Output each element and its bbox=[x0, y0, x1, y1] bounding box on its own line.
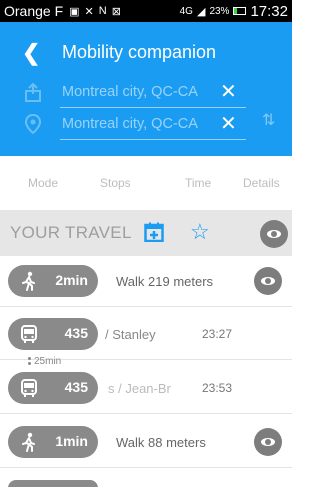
itinerary-row-walk-1[interactable]: 2min Walk 219 meters bbox=[0, 259, 292, 307]
add-calendar-icon[interactable] bbox=[144, 222, 164, 242]
itinerary-row-bus-1[interactable]: 435 / Stanley 23:27 bbox=[0, 312, 292, 360]
column-headers: Mode Stops Time Details bbox=[0, 176, 292, 192]
bus-line: 435 bbox=[64, 379, 88, 395]
network-type: 4G bbox=[179, 5, 193, 17]
clear-destination-icon[interactable]: ✕ bbox=[220, 111, 237, 136]
mode-pill: 2min bbox=[8, 265, 98, 297]
battery-icon bbox=[233, 7, 247, 15]
mode-pill: 435 bbox=[8, 372, 98, 404]
details-eye-icon[interactable] bbox=[254, 267, 282, 295]
clear-origin-icon[interactable]: ✕ bbox=[220, 79, 237, 104]
favorite-star-icon[interactable]: ☆ bbox=[190, 219, 210, 245]
destination-field[interactable]: Montreal city, QC-CA ✕ bbox=[0, 108, 292, 140]
mute-icon: ✕ bbox=[84, 5, 94, 18]
column-mode: Mode bbox=[28, 176, 59, 190]
notification-icon: ▣ bbox=[69, 5, 80, 18]
swap-icon[interactable]: ⇅ bbox=[262, 110, 275, 130]
walk-icon bbox=[22, 271, 35, 291]
walk-icon bbox=[22, 432, 35, 452]
origin-input[interactable]: Montreal city, QC-CA bbox=[62, 84, 198, 100]
next-row-pill bbox=[8, 480, 98, 487]
signal-blocked-icon: ⊠ bbox=[111, 5, 121, 18]
back-button[interactable]: ❮ bbox=[22, 40, 40, 66]
app-header: ❮ Mobility companion Montreal city, QC-C… bbox=[0, 22, 292, 156]
stop-name: s / Jean-Br bbox=[108, 381, 171, 396]
column-time: Time bbox=[185, 176, 212, 190]
carrier-name: Orange F bbox=[4, 3, 64, 19]
nfc-icon: N bbox=[98, 5, 107, 17]
walk-duration: 2min bbox=[55, 272, 88, 288]
details-eye-icon[interactable] bbox=[254, 428, 282, 456]
battery-percent: 23% bbox=[209, 5, 230, 17]
departure-time: 23:53 bbox=[202, 381, 233, 395]
origin-field[interactable]: Montreal city, QC-CA ✕ bbox=[0, 76, 292, 108]
itinerary-row-bus-2[interactable]: 435 s / Jean-Br 23:53 bbox=[0, 366, 292, 414]
departure-time: 23:27 bbox=[202, 327, 233, 341]
itinerary-row-walk-2[interactable]: 1min Walk 88 meters bbox=[0, 420, 292, 468]
bus-line: 435 bbox=[64, 325, 88, 341]
your-travel-bar: YOUR TRAVEL ☆ bbox=[0, 210, 292, 256]
walk-duration: 1min bbox=[55, 433, 88, 449]
destination-input[interactable]: Montreal city, QC-CA bbox=[62, 116, 198, 132]
destination-underline bbox=[60, 139, 246, 140]
mode-pill: 435 bbox=[8, 318, 98, 350]
bus-icon bbox=[21, 379, 37, 397]
view-eye-icon[interactable] bbox=[260, 220, 288, 248]
status-right: 4G ◢ 23% 17:32 bbox=[180, 3, 288, 20]
signal-icon: ◢ bbox=[196, 5, 206, 18]
bus-icon bbox=[21, 325, 37, 343]
column-stops: Stops bbox=[100, 176, 131, 190]
column-details: Details bbox=[243, 176, 280, 190]
status-icons: ▣ ✕ N ⊠ bbox=[69, 5, 121, 18]
your-travel-label: YOUR TRAVEL bbox=[10, 223, 132, 242]
page-title: Mobility companion bbox=[62, 42, 217, 62]
status-bar: Orange F ▣ ✕ N ⊠ 4G ◢ 23% 17:32 bbox=[0, 0, 292, 22]
mode-pill: 1min bbox=[8, 426, 98, 458]
departure-icon bbox=[25, 82, 41, 102]
location-pin-icon bbox=[24, 114, 42, 134]
stop-name: / Stanley bbox=[105, 327, 156, 342]
clock: 17:32 bbox=[250, 2, 288, 20]
walk-description: Walk 219 meters bbox=[116, 274, 214, 289]
walk-description: Walk 88 meters bbox=[116, 435, 206, 450]
